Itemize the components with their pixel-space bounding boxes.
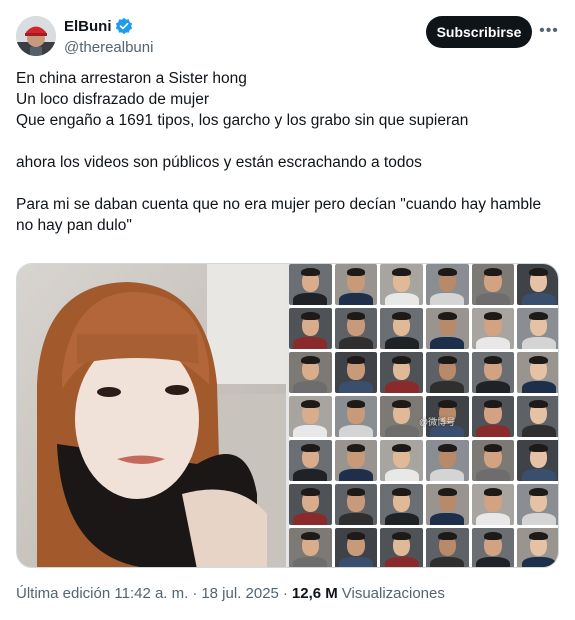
mugshot-thumbnail — [334, 528, 378, 567]
tweet-line: Para mi se daban cuenta que no era mujer… — [16, 196, 546, 234]
mugshot-thumbnail — [289, 528, 332, 567]
mugshot-thumbnail — [380, 352, 423, 393]
mugshot-thumbnail — [334, 396, 378, 437]
tweet-line-blank — [16, 173, 561, 194]
mugshot-thumbnail — [426, 308, 469, 349]
mugshot-thumbnail — [334, 352, 378, 393]
portrait-photo[interactable] — [17, 264, 286, 567]
meta-separator: · — [192, 585, 198, 602]
mugshot-thumbnail — [289, 352, 332, 393]
tweet-date[interactable]: 18 jul. 2025 — [201, 585, 279, 602]
tweet-card: ElBuni @therealbuni Subscribirse ••• En … — [0, 0, 575, 620]
mugshot-thumbnail — [517, 484, 558, 525]
mugshot-thumbnail — [471, 440, 515, 481]
mugshot-thumbnail — [334, 264, 378, 305]
mugshot-thumbnail — [471, 396, 515, 437]
mugshot-thumbnail — [289, 484, 332, 525]
verified-badge-icon — [115, 17, 133, 35]
mugshot-thumbnail — [426, 528, 469, 567]
mugshot-thumbnail — [426, 484, 469, 525]
avatar-image — [16, 16, 56, 56]
mugshot-thumbnail — [380, 440, 423, 481]
mugshot-thumbnail — [289, 396, 332, 437]
mugshot-thumbnail — [380, 264, 423, 305]
mugshot-thumbnail — [471, 484, 515, 525]
subscribe-button[interactable]: Subscribirse — [426, 16, 532, 48]
mugshot-thumbnail — [517, 528, 558, 567]
media-watermark: @微博号 — [419, 417, 456, 427]
author-display-name[interactable]: ElBuni — [64, 18, 112, 35]
mugshot-thumbnail — [426, 264, 469, 305]
mugshot-thumbnail — [517, 264, 558, 305]
mugshot-thumbnail — [380, 396, 423, 437]
author-handle[interactable]: @therealbuni — [64, 38, 153, 58]
mugshot-thumbnail — [289, 264, 332, 305]
mugshot-thumbnail — [334, 484, 378, 525]
tweet-line: En china arrestaron a Sister hong — [16, 70, 247, 87]
author-avatar[interactable] — [16, 16, 56, 56]
tweet-line: Un loco disfrazado de mujer — [16, 91, 209, 108]
mugshot-thumbnail — [471, 352, 515, 393]
more-dots-icon[interactable]: ••• — [536, 18, 562, 44]
mugshot-thumbnail — [380, 484, 423, 525]
mugshot-thumbnail — [334, 308, 378, 349]
meta-separator: · — [282, 585, 288, 602]
mugshot-thumbnail — [289, 308, 332, 349]
tweet-line: ahora los videos son públicos y están es… — [16, 154, 422, 171]
mugshot-thumbnail — [334, 440, 378, 481]
mugshot-thumbnail — [426, 440, 469, 481]
tweet-text: En china arrestaron a Sister hong Un loc… — [16, 68, 561, 236]
edited-timestamp[interactable]: Última edición 11:42 a. m. — [16, 585, 188, 602]
mugshot-thumbnail — [289, 440, 332, 481]
mugshot-thumbnail — [471, 264, 515, 305]
mugshot-thumbnail — [380, 528, 423, 567]
tweet-line: Que engaño a 1691 tipos, los garcho y lo… — [16, 112, 469, 129]
mugshot-thumbnail — [471, 308, 515, 349]
mugshot-thumbnail — [471, 528, 515, 567]
views-label: Visualizaciones — [341, 585, 445, 602]
mugshot-thumbnail — [517, 396, 558, 437]
mugshot-thumbnail — [517, 352, 558, 393]
views-count: 12,6 M — [291, 585, 338, 602]
mugshot-thumbnail — [426, 352, 469, 393]
mugshot-thumbnail — [517, 308, 558, 349]
tweet-media[interactable]: @微博号 — [16, 263, 559, 568]
tweet-meta: Última edición 11:42 a. m. · 18 jul. 202… — [16, 585, 445, 602]
tweet-line-blank — [16, 131, 561, 152]
author-names: ElBuni @therealbuni — [64, 16, 153, 58]
mugshot-thumbnail — [517, 440, 558, 481]
mugshot-thumbnail — [380, 308, 423, 349]
